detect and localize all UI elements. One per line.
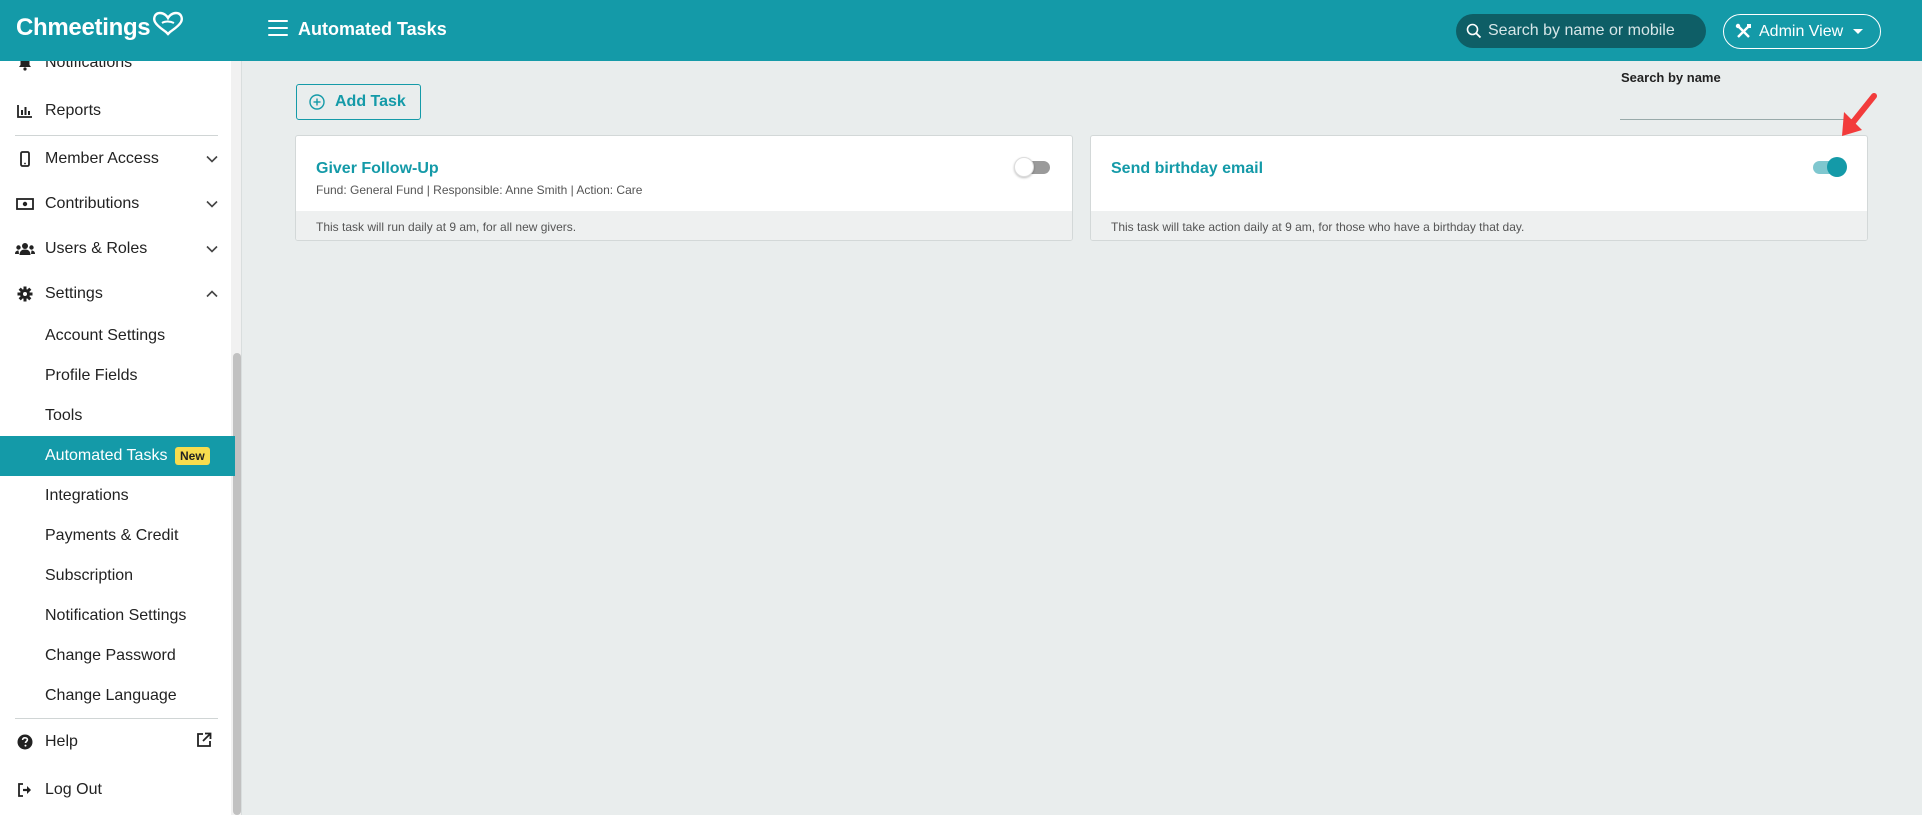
tools-icon: [1735, 23, 1751, 38]
add-task-label: Add Task: [335, 93, 406, 110]
sidebar-subitem-label: Profile Fields: [45, 367, 138, 384]
sidebar-item-settings[interactable]: Settings: [0, 274, 230, 314]
logo-heart-icon: [153, 11, 184, 36]
sidebar: Notifications Reports Member Access Cont…: [0, 61, 242, 815]
admin-view-dropdown[interactable]: Admin View: [1723, 14, 1881, 49]
plus-circle-icon: [309, 94, 325, 110]
add-task-button[interactable]: Add Task: [296, 84, 421, 120]
money-icon: [15, 194, 35, 214]
sidebar-divider: [15, 718, 218, 719]
chevron-down-icon: [206, 240, 218, 258]
sidebar-subitem-account-settings[interactable]: Account Settings: [0, 316, 235, 356]
sidebar-subitem-label: Payments & Credit: [45, 527, 179, 544]
new-badge: New: [175, 447, 210, 465]
task-footer: This task will run daily at 9 am, for al…: [296, 211, 1072, 240]
sidebar-subitem-automated-tasks[interactable]: Automated Tasks New: [0, 436, 235, 476]
task-title[interactable]: Send birthday email: [1111, 160, 1263, 178]
chevron-down-icon: [206, 150, 218, 168]
page-title: Automated Tasks: [298, 19, 447, 39]
question-icon: [15, 732, 35, 752]
sidebar-subitem-change-password[interactable]: Change Password: [0, 636, 235, 676]
task-title[interactable]: Giver Follow-Up: [316, 160, 439, 178]
sidebar-subitem-label: Tools: [45, 407, 83, 424]
sidebar-subitem-tools[interactable]: Tools: [0, 396, 235, 436]
global-search[interactable]: [1456, 14, 1706, 48]
sidebar-item-label: Member Access: [45, 150, 159, 167]
sidebar-subitem-label: Account Settings: [45, 327, 166, 344]
sidebar-item-contributions[interactable]: Contributions: [0, 184, 230, 224]
sidebar-item-help[interactable]: Help: [0, 722, 230, 762]
mobile-icon: [15, 149, 35, 169]
app-logo[interactable]: Chmeetings: [16, 11, 184, 42]
sidebar-item-users-roles[interactable]: Users & Roles: [0, 229, 230, 269]
task-card-giver-follow-up[interactable]: Giver Follow-Up Fund: General Fund | Res…: [295, 135, 1073, 241]
sidebar-subitem-label: Change Language: [45, 687, 177, 704]
top-bar: Chmeetings Automated Tasks Admin View: [0, 0, 1922, 61]
sidebar-subitem-payments-credit[interactable]: Payments & Credit: [0, 516, 235, 556]
sidebar-item-label: Help: [45, 733, 78, 750]
sidebar-subitem-label: Subscription: [45, 567, 134, 584]
sidebar-subitem-notification-settings[interactable]: Notification Settings: [0, 596, 235, 636]
sidebar-subitem-subscription[interactable]: Subscription: [0, 556, 235, 596]
chevron-down-icon: [1853, 29, 1864, 34]
sidebar-item-label: Contributions: [45, 195, 140, 212]
task-schedule-text: This task will run daily at 9 am, for al…: [316, 220, 577, 234]
external-link-icon: [196, 732, 212, 753]
sidebar-item-label: Settings: [45, 285, 103, 302]
task-schedule-text: This task will take action daily at 9 am…: [1111, 220, 1525, 234]
bell-icon: [15, 61, 35, 73]
task-enable-toggle[interactable]: [1014, 156, 1052, 178]
sidebar-subitem-label: Notification Settings: [45, 607, 187, 624]
sidebar-item-label: Users & Roles: [45, 240, 148, 257]
sidebar-item-logout[interactable]: Log Out: [0, 770, 230, 810]
sidebar-divider: [15, 135, 218, 136]
admin-view-label: Admin View: [1759, 22, 1844, 40]
sidebar-item-label: Log Out: [45, 781, 102, 798]
users-icon: [15, 239, 35, 259]
sidebar-subitem-label: Change Password: [45, 647, 176, 664]
search-by-name-input[interactable]: [1620, 92, 1852, 120]
logo-text: Chmeetings: [16, 14, 151, 41]
sidebar-subitem-profile-fields[interactable]: Profile Fields: [0, 356, 235, 396]
chart-icon: [15, 101, 35, 121]
gear-icon: [15, 284, 35, 304]
task-card-send-birthday-email[interactable]: Send birthday email This task will take …: [1090, 135, 1868, 241]
sidebar-item-notifications[interactable]: Notifications: [0, 61, 230, 83]
sidebar-item-member-access[interactable]: Member Access: [0, 139, 230, 179]
task-enable-toggle[interactable]: [1809, 156, 1847, 178]
sidebar-subitem-integrations[interactable]: Integrations: [0, 476, 235, 516]
logout-icon: [15, 780, 35, 800]
chevron-down-icon: [206, 195, 218, 213]
menu-toggle-icon[interactable]: [268, 20, 288, 38]
sidebar-item-reports[interactable]: Reports: [0, 91, 230, 131]
annotation-arrow-icon: [1842, 93, 1877, 136]
search-icon: [1466, 23, 1482, 39]
sidebar-item-label: Notifications: [45, 61, 133, 71]
task-details: Fund: General Fund | Responsible: Anne S…: [316, 183, 643, 197]
global-search-input[interactable]: [1488, 22, 1688, 40]
sidebar-subitem-label: Automated Tasks: [45, 447, 168, 464]
sidebar-subitem-change-language[interactable]: Change Language: [0, 676, 235, 716]
sidebar-item-label: Reports: [45, 102, 102, 119]
task-footer: This task will take action daily at 9 am…: [1091, 211, 1867, 240]
chevron-up-icon: [206, 285, 218, 303]
sidebar-subitem-label: Integrations: [45, 487, 129, 504]
search-by-name-label: Search by name: [1621, 70, 1721, 85]
